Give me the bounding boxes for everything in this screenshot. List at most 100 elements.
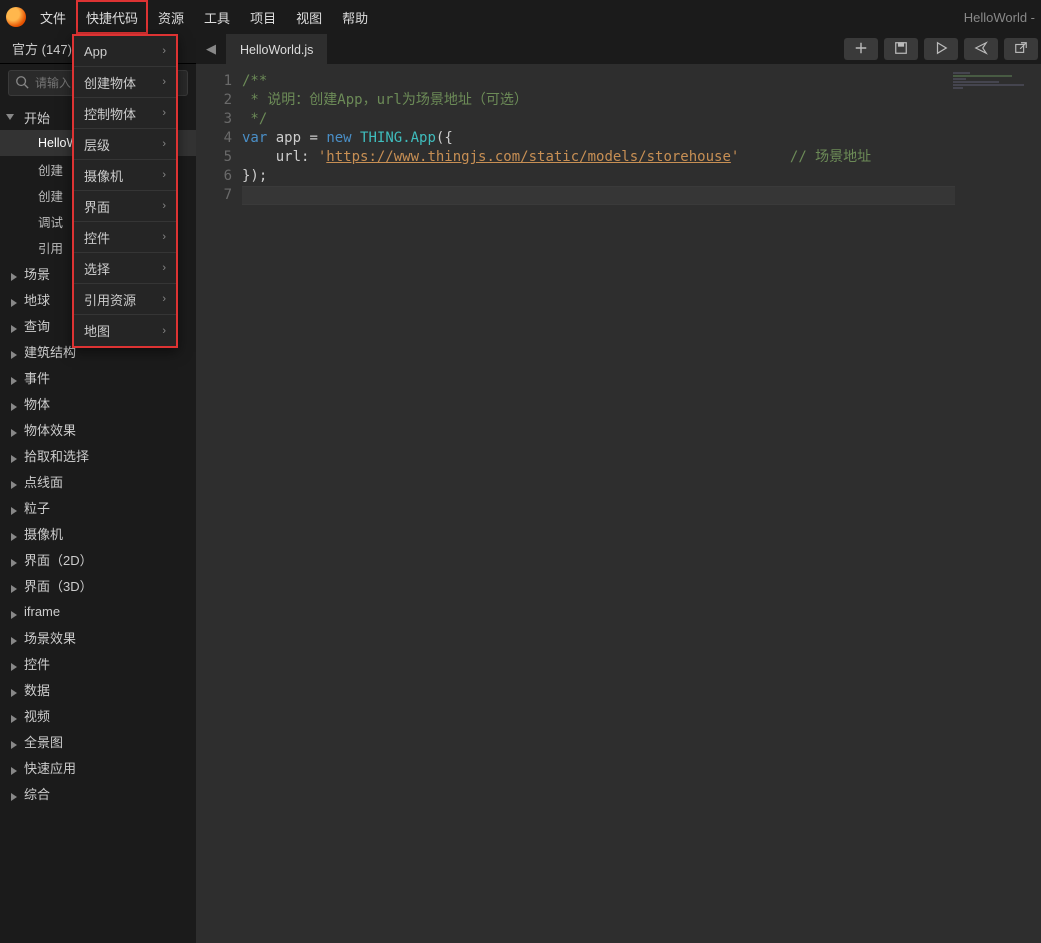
chevron-right-icon <box>10 347 18 355</box>
tree-group-控件[interactable]: 控件 <box>0 650 196 676</box>
menu-工具[interactable]: 工具 <box>194 0 240 34</box>
tree-group-场景效果[interactable]: 场景效果 <box>0 624 196 650</box>
code-text: .App <box>402 130 436 146</box>
line-number: 7 <box>196 186 232 205</box>
send-icon <box>974 41 988 58</box>
code-text: /** <box>242 73 267 89</box>
chevron-right-icon <box>10 425 18 433</box>
tree-group-iframe[interactable]: iframe <box>0 598 196 624</box>
tree-group-label: 场景 <box>24 264 50 283</box>
dropdown-item-控制物体[interactable]: 控制物体› <box>74 98 176 129</box>
menubar: 文件快捷代码资源工具项目视图帮助 HelloWorld - <box>0 0 1041 34</box>
chevron-right-icon: › <box>162 76 166 88</box>
tree-group-label: 视频 <box>24 706 50 725</box>
tree-group-label: 点线面 <box>24 472 63 491</box>
open-external-button[interactable] <box>1004 38 1038 60</box>
code-text: new <box>326 130 351 146</box>
tree-group-label: 粒子 <box>24 498 50 517</box>
tree-group-label: 开始 <box>24 108 50 127</box>
code-body[interactable]: 1234567 /** * 说明：创建App，url为场景地址（可选） */ v… <box>196 64 1041 943</box>
dropdown-item-创建物体[interactable]: 创建物体› <box>74 67 176 98</box>
tree-group-物体效果[interactable]: 物体效果 <box>0 416 196 442</box>
new-file-button[interactable] <box>844 38 878 60</box>
file-tab-helloworld[interactable]: HelloWorld.js <box>226 34 327 64</box>
tree-group-快速应用[interactable]: 快速应用 <box>0 754 196 780</box>
dropdown-item-label: 引用资源 <box>84 290 136 309</box>
chevron-right-icon <box>10 659 18 667</box>
tree-group-物体[interactable]: 物体 <box>0 390 196 416</box>
dropdown-item-摄像机[interactable]: 摄像机› <box>74 160 176 191</box>
menu-项目[interactable]: 项目 <box>240 0 286 34</box>
chevron-right-icon <box>10 607 18 615</box>
save-icon <box>894 41 908 58</box>
open-external-icon <box>1014 41 1028 58</box>
tree-group-全景图[interactable]: 全景图 <box>0 728 196 754</box>
chevron-right-icon <box>10 711 18 719</box>
dropdown-item-引用资源[interactable]: 引用资源 › <box>74 284 176 315</box>
quick-code-dropdown: App›创建物体›控制物体›层级›摄像机›界面›控件›选择›引用资源›地图› <box>72 34 178 348</box>
menu-资源[interactable]: 资源 <box>148 0 194 34</box>
line-number: 2 <box>196 91 232 110</box>
tree-group-摄像机[interactable]: 摄像机 <box>0 520 196 546</box>
tree-group-事件[interactable]: 事件 <box>0 364 196 390</box>
tree-group-界面（2D）[interactable]: 界面（2D） <box>0 546 196 572</box>
tree-group-综合[interactable]: 综合 <box>0 780 196 806</box>
dropdown-item-地图[interactable]: 地图› <box>74 315 176 346</box>
tree-group-label: 拾取和选择 <box>24 446 89 465</box>
tree-group-点线面[interactable]: 点线面 <box>0 468 196 494</box>
dropdown-item-label: App <box>84 44 107 59</box>
current-line-highlight <box>242 186 955 205</box>
chevron-right-icon <box>10 451 18 459</box>
app-logo-icon <box>6 7 26 27</box>
chevron-right-icon <box>10 113 18 121</box>
chevron-right-icon <box>10 399 18 407</box>
chevron-left-icon: ◀ <box>206 41 216 57</box>
dropdown-item-label: 层级 <box>84 135 110 154</box>
tree-group-数据[interactable]: 数据 <box>0 676 196 702</box>
code-text: * 说明：创建App，url为场景地址（可选） <box>242 92 528 108</box>
dropdown-item-界面[interactable]: 界面 › <box>74 191 176 222</box>
chevron-right-icon <box>10 503 18 511</box>
dropdown-item-App[interactable]: App › <box>74 36 176 67</box>
panel-collapse-button[interactable]: ◀ <box>196 34 226 64</box>
menu-视图[interactable]: 视图 <box>286 0 332 34</box>
chevron-right-icon <box>10 685 18 693</box>
run-button[interactable] <box>924 38 958 60</box>
dropdown-item-层级[interactable]: 层级› <box>74 129 176 160</box>
tree-group-拾取和选择[interactable]: 拾取和选择 <box>0 442 196 468</box>
tree-group-label: 全景图 <box>24 732 63 751</box>
tree-group-粒子[interactable]: 粒子 <box>0 494 196 520</box>
line-number: 4 <box>196 129 232 148</box>
dropdown-item-选择[interactable]: 选择› <box>74 253 176 284</box>
menu-快捷代码[interactable]: 快捷代码 <box>76 0 148 34</box>
dropdown-item-label: 选择 <box>84 259 110 278</box>
chevron-right-icon: › <box>162 200 166 212</box>
tree-group-label: 事件 <box>24 368 50 387</box>
chevron-right-icon: › <box>162 107 166 119</box>
line-number: 3 <box>196 110 232 129</box>
menu-文件[interactable]: 文件 <box>30 0 76 34</box>
dropdown-item-label: 控件 <box>84 228 110 247</box>
chevron-right-icon <box>10 269 18 277</box>
code-content[interactable]: /** * 说明：创建App，url为场景地址（可选） */ var app =… <box>242 64 1041 943</box>
chevron-right-icon <box>10 477 18 485</box>
search-icon <box>15 75 35 92</box>
chevron-right-icon <box>10 529 18 537</box>
chevron-right-icon: › <box>162 169 166 181</box>
chevron-right-icon: › <box>162 293 166 305</box>
editor-area: ◀ HelloWorld.js 1234567 /** * 说明：创建App，u… <box>196 34 1041 943</box>
tree-group-界面（3D）[interactable]: 界面（3D） <box>0 572 196 598</box>
tree-group-label: 场景效果 <box>24 628 76 647</box>
dropdown-item-控件[interactable]: 控件› <box>74 222 176 253</box>
tree-group-视频[interactable]: 视频 <box>0 702 196 728</box>
menu-帮助[interactable]: 帮助 <box>332 0 378 34</box>
chevron-right-icon <box>10 763 18 771</box>
play-icon <box>934 41 948 58</box>
chevron-right-icon <box>10 555 18 563</box>
line-number: 6 <box>196 167 232 186</box>
save-button[interactable] <box>884 38 918 60</box>
dropdown-item-label: 界面 <box>84 197 110 216</box>
minimap[interactable] <box>953 72 1037 82</box>
send-button[interactable] <box>964 38 998 60</box>
chevron-right-icon: › <box>162 45 166 57</box>
